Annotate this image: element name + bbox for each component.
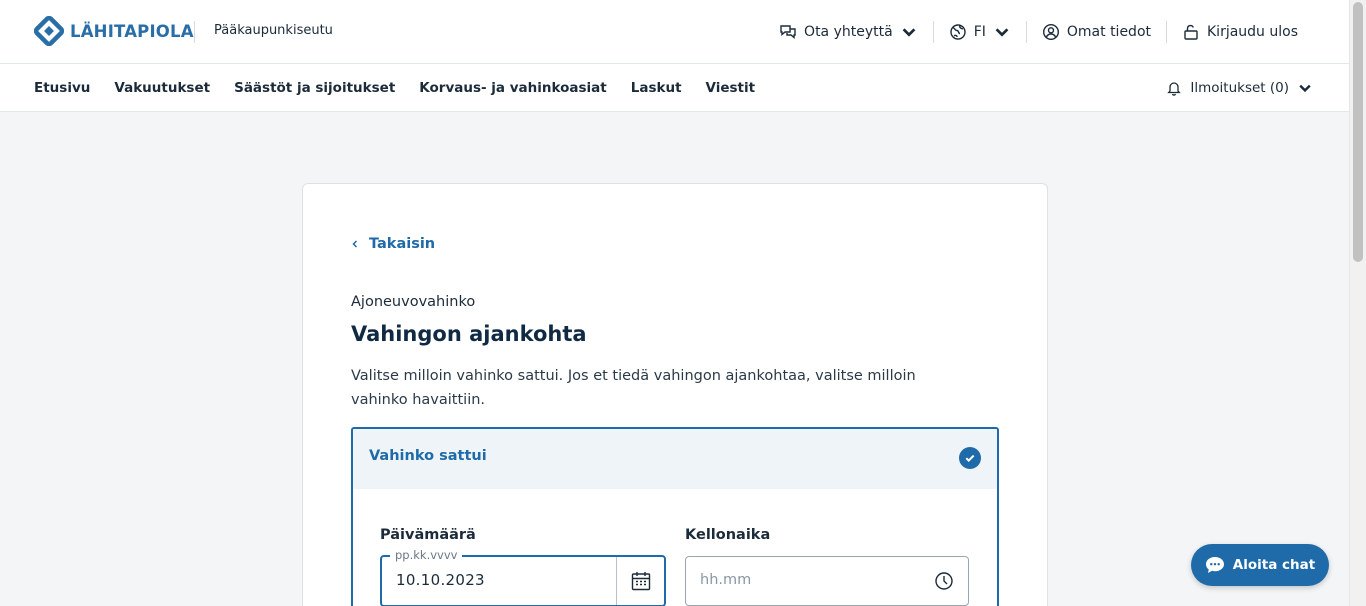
nav-items: Etusivu Vakuutukset Säästöt ja sijoituks… xyxy=(34,64,755,112)
option-label: Vahinko sattui xyxy=(369,448,487,464)
profile-label: Omat tiedot xyxy=(1066,24,1151,40)
time-placeholder: hh.mm xyxy=(700,572,752,588)
main-navigation: Etusivu Vakuutukset Säästöt ja sijoituks… xyxy=(0,64,1349,112)
language-label: FI xyxy=(973,24,986,40)
clock-icon xyxy=(935,572,953,590)
page-scrollbar[interactable] xyxy=(1349,0,1366,606)
chevron-down-icon xyxy=(1299,84,1311,93)
claim-form-card: Takaisin Ajoneuvovahinko Vahingon ajanko… xyxy=(302,183,1048,606)
header-divider xyxy=(194,21,195,43)
chat-icon xyxy=(1205,557,1224,573)
nav-item-korvausasiat[interactable]: Korvaus- ja vahinkoasiat xyxy=(419,80,606,96)
nav-item-laskut[interactable]: Laskut xyxy=(631,80,682,96)
notifications-menu[interactable]: Ilmoitukset (0) xyxy=(1166,64,1313,112)
chevron-down-icon xyxy=(902,28,916,37)
start-chat-button[interactable]: Aloita chat xyxy=(1191,544,1329,586)
chat-label: Aloita chat xyxy=(1232,557,1316,573)
back-link[interactable]: Takaisin xyxy=(351,236,435,252)
date-format-hint: pp.kk.vvvv xyxy=(390,548,463,562)
logout-icon xyxy=(1184,24,1198,40)
page-description: Valitse milloin vahinko sattui. Jos et t… xyxy=(351,368,916,408)
date-input[interactable]: pp.kk.vvvv 10.10.2023 xyxy=(380,548,666,606)
option-vahinko-sattui[interactable]: Vahinko sattui Päivämäärä pp.kk.vvvv 10.… xyxy=(351,427,999,606)
time-input[interactable]: hh.mm xyxy=(685,556,969,606)
check-circle-icon xyxy=(959,447,981,469)
chat-bubbles-icon xyxy=(780,25,796,39)
notifications-label: Ilmoitukset (0) xyxy=(1190,80,1289,96)
globe-icon xyxy=(950,24,966,40)
language-selector[interactable]: FI xyxy=(934,23,1026,41)
option-header[interactable]: Vahinko sattui xyxy=(353,429,997,489)
nav-item-vakuutukset[interactable]: Vakuutukset xyxy=(114,80,210,96)
nav-item-viestit[interactable]: Viestit xyxy=(706,80,756,96)
chevron-left-icon xyxy=(352,240,358,248)
claim-type-label: Ajoneuvovahinko xyxy=(351,294,476,310)
top-header: LÄHITAPIOLA Pääkaupunkiseutu Ota yhteytt… xyxy=(0,0,1349,64)
nav-item-saastot[interactable]: Säästöt ja sijoitukset xyxy=(234,80,395,96)
scrollbar-thumb[interactable] xyxy=(1353,2,1363,262)
time-label: Kellonaika xyxy=(685,527,771,543)
chevron-down-icon xyxy=(995,28,1009,37)
calendar-icon xyxy=(631,572,650,591)
logo-mark-icon xyxy=(34,16,64,46)
logout-button[interactable]: Kirjaudu ulos xyxy=(1167,23,1313,41)
user-circle-icon xyxy=(1042,23,1059,41)
header-actions: Ota yhteyttä FI Omat tiedot Kirjaudu ulo… xyxy=(764,21,1313,43)
bell-icon xyxy=(1167,82,1182,96)
logo-text: LÄHITAPIOLA xyxy=(70,21,194,41)
date-label: Päivämäärä xyxy=(380,527,476,543)
date-value: 10.10.2023 xyxy=(396,571,485,589)
page-title: Vahingon ajankohta xyxy=(351,322,587,346)
nav-item-etusivu[interactable]: Etusivu xyxy=(34,80,90,96)
contact-menu[interactable]: Ota yhteyttä xyxy=(764,23,933,41)
logout-label: Kirjaudu ulos xyxy=(1207,24,1298,40)
lahitapiola-logo[interactable]: LÄHITAPIOLA xyxy=(34,16,194,46)
calendar-button[interactable] xyxy=(616,557,664,605)
contact-label: Ota yhteyttä xyxy=(804,24,893,40)
profile-link[interactable]: Omat tiedot xyxy=(1027,23,1166,41)
region-label: Pääkaupunkiseutu xyxy=(214,23,333,38)
back-label: Takaisin xyxy=(369,236,436,252)
